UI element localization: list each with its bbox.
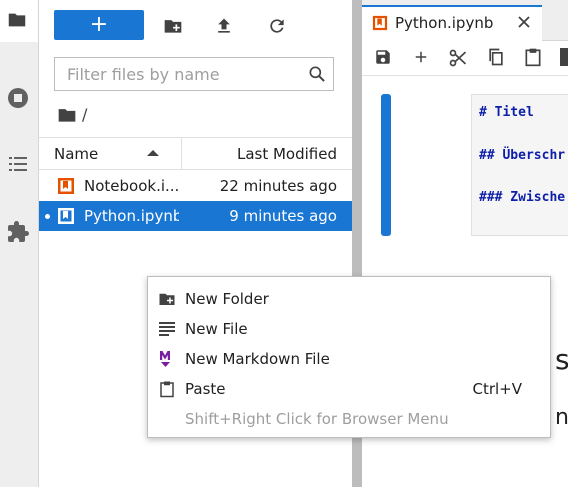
upload-icon[interactable] [214,16,234,36]
new-launcher-button[interactable]: + [54,10,144,40]
menu-item-new-folder[interactable]: New Folder [148,284,550,314]
notebook-tab-label: Python.ipynb [395,14,494,32]
folder-icon[interactable] [6,9,30,33]
cell-line: ### Zwische [479,190,566,205]
column-divider [181,138,182,169]
new-launcher-label: + [89,12,109,37]
file-name: Notebook.i... [84,177,179,195]
file-row-selected[interactable]: Python.ipynb 9 minutes ago [39,201,352,231]
menu-item-label: Paste [185,380,226,398]
extension-icon[interactable] [6,220,30,244]
header-divider [39,137,352,138]
notebook-tab-icon [372,15,388,31]
menu-item-browser-menu-hint: Shift+Right Click for Browser Menu [148,404,550,434]
menu-item-new-file[interactable]: New File [148,314,550,344]
paste-icon [158,380,176,398]
add-icon[interactable] [412,48,430,66]
rendered-heading-fragment: sc [555,343,568,376]
running-indicator [45,214,50,219]
breadcrumb[interactable]: / [82,105,87,124]
toolbar-overflow-icon[interactable] [560,48,568,66]
search-icon [307,64,327,84]
new-folder-icon [158,290,176,308]
cell-line: # Titel [479,105,534,120]
refresh-icon[interactable] [267,16,287,36]
code-cell[interactable]: # Titel ## Überschr ### Zwische [471,94,568,236]
rendered-heading-fragment: ne [555,405,568,430]
markdown-icon [158,350,176,368]
toc-icon[interactable] [6,152,30,176]
column-header-name[interactable]: Name [54,145,98,163]
filter-box [54,57,334,91]
menu-item-shortcut: Ctrl+V [472,380,522,398]
menu-item-label: Shift+Right Click for Browser Menu [185,410,449,428]
breadcrumb-home-icon[interactable] [57,106,77,124]
active-cell-indicator [381,94,391,236]
save-icon[interactable] [374,48,392,66]
text-file-icon [158,320,176,338]
cut-icon[interactable] [448,48,468,68]
menu-item-new-markdown[interactable]: New Markdown File [148,344,550,374]
filter-input[interactable] [55,58,307,90]
menu-item-label: New Folder [185,290,269,308]
header-divider [39,169,352,170]
new-folder-icon[interactable] [163,16,183,36]
close-icon[interactable] [516,14,532,30]
cell-line: ## Überschr [479,148,566,163]
column-header-modified[interactable]: Last Modified [237,145,337,163]
context-menu: New Folder New File New Markdown File Pa… [147,276,551,438]
file-row[interactable]: Notebook.i... 22 minutes ago [39,171,352,201]
menu-item-label: New File [185,320,248,338]
copy-icon[interactable] [486,47,506,67]
notebook-file-icon [57,207,75,225]
running-icon[interactable] [6,86,30,110]
menu-item-label: New Markdown File [185,350,330,368]
file-modified: 22 minutes ago [219,177,337,195]
paste-icon[interactable] [523,47,543,67]
menu-item-paste[interactable]: Paste Ctrl+V [148,374,550,404]
notebook-file-icon [57,177,75,195]
file-name: Python.ipynb [84,207,179,225]
sort-ascending-icon [146,149,160,157]
file-modified: 9 minutes ago [229,207,337,225]
